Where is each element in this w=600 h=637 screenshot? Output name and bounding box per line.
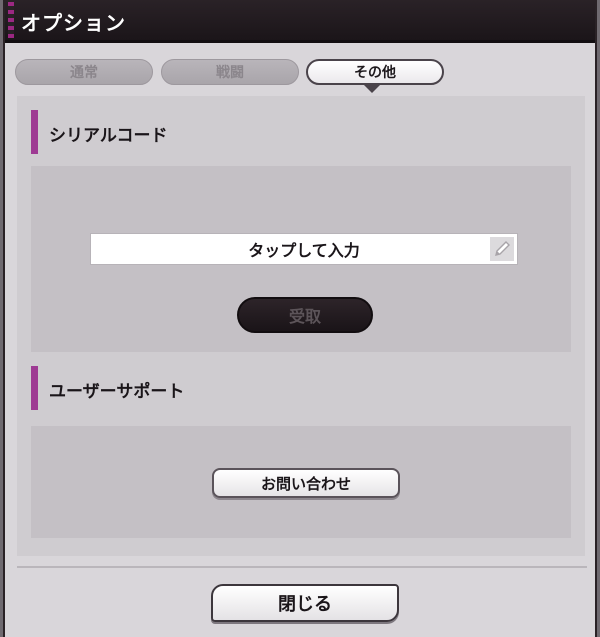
support-section-title: ユーザーサポート xyxy=(49,382,185,402)
serial-section-header: シリアルコード xyxy=(31,110,571,154)
close-button[interactable]: 閉じる xyxy=(211,584,399,622)
tab-content: シリアルコード タップして入力 受取 ユーザーサポート お問い合わせ xyxy=(17,96,585,556)
support-section-header: ユーザーサポート xyxy=(31,366,571,410)
dialog-title: オプション xyxy=(21,11,126,35)
footer-divider xyxy=(17,566,587,568)
serial-code-input[interactable]: タップして入力 xyxy=(90,233,518,265)
pencil-icon[interactable] xyxy=(490,237,514,261)
serial-section-title: シリアルコード xyxy=(49,126,168,146)
contact-button[interactable]: お問い合わせ xyxy=(212,468,400,498)
tab-other[interactable]: その他 xyxy=(306,59,444,85)
section-accent-bar xyxy=(31,110,38,154)
options-dialog: オプション 通常 戦闘 その他 シリアルコード タップして入力 受取 ユーザーサ xyxy=(3,0,597,637)
section-accent-bar xyxy=(31,366,38,410)
tab-battle[interactable]: 戦闘 xyxy=(161,59,299,85)
title-ornament xyxy=(8,2,14,38)
claim-button[interactable]: 受取 xyxy=(237,297,373,333)
active-tab-pointer xyxy=(364,85,380,93)
tab-general[interactable]: 通常 xyxy=(15,59,153,85)
tab-bar: 通常 戦闘 その他 xyxy=(15,59,455,87)
title-bar: オプション xyxy=(5,0,595,43)
serial-code-input-text: タップして入力 xyxy=(248,241,360,260)
